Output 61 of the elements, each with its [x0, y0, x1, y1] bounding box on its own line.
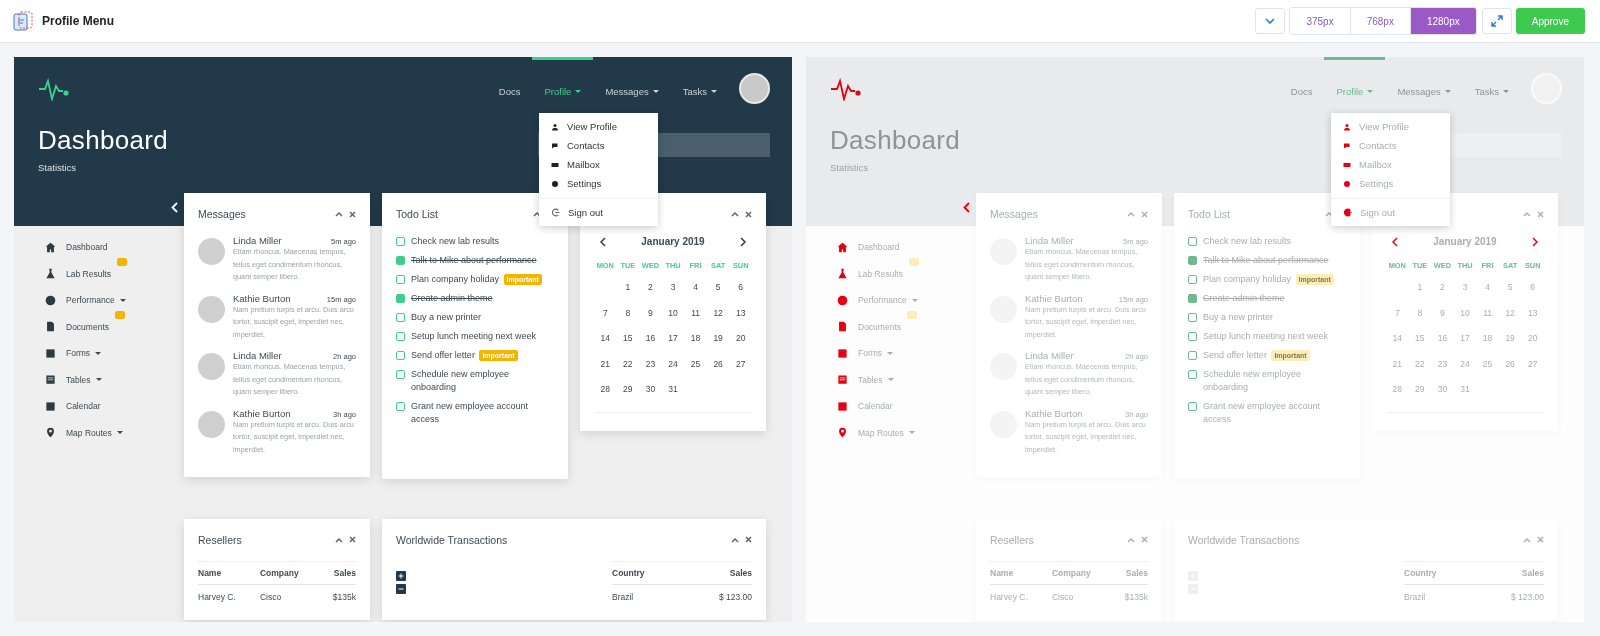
column-header: Sales: [1115, 561, 1148, 584]
todo-text: Send offer letter: [1203, 350, 1267, 360]
todo-text: Setup lunch meeting next week: [411, 331, 537, 341]
todo-text: Talk to Mike about performance: [1203, 255, 1329, 265]
table-cell: Harvey C.: [198, 584, 260, 608]
table-cell: Brazil: [1404, 584, 1480, 608]
column-header: Company: [1051, 561, 1116, 584]
table-cell: $135k: [1115, 584, 1148, 608]
column-header: Country: [612, 561, 688, 584]
page-heading: Dashboard: [38, 125, 168, 156]
todo-text: Grant new employee account access: [1203, 401, 1321, 424]
page-title: Profile Menu: [42, 14, 114, 28]
todo-text: Plan company holiday: [1203, 274, 1292, 284]
table-cell: Brazil: [612, 584, 688, 608]
table-cell: $ 123.00: [1479, 584, 1544, 608]
todo-text: Talk to Mike about performance: [411, 255, 537, 265]
table-cell: $ 123.00: [687, 584, 752, 608]
todo-text: Schedule new employee onboarding: [411, 369, 510, 392]
card-title: Resellers: [198, 533, 243, 546]
table-cell: $135k: [323, 584, 356, 608]
sender-name: Kathie Burton: [1025, 407, 1084, 419]
column-header: Country: [1404, 561, 1480, 584]
todo-text: Create admin theme: [1203, 293, 1285, 303]
sender-name: Linda Miller: [1025, 235, 1075, 246]
todo-text: Grant new employee account access: [411, 401, 529, 424]
todo-text: Check new lab results: [1203, 236, 1292, 246]
column-header: Name: [990, 561, 1052, 584]
table-cell: Cisco: [1051, 584, 1116, 608]
sender-name: Kathie Burton: [1025, 292, 1084, 304]
page-subheading: Statistics: [38, 162, 77, 173]
todo-text: Buy a new printer: [1203, 312, 1274, 322]
page-subheading: Statistics: [830, 162, 869, 173]
column-header: Sales: [1479, 561, 1544, 584]
todo-text: Plan company holiday: [411, 274, 500, 284]
card-title: Todo List: [1188, 208, 1232, 220]
todo-text: Send offer letter: [411, 350, 475, 360]
column-header: Sales: [687, 561, 752, 584]
card-title: Messages: [990, 208, 1039, 220]
calendar-month: January 2019: [1433, 236, 1497, 247]
todo-text: Setup lunch meeting next week: [1203, 331, 1329, 341]
card-title: Messages: [198, 208, 247, 220]
sender-name: Kathie Burton: [233, 292, 292, 304]
column-header: Company: [259, 561, 324, 584]
todo-text: Buy a new printer: [411, 312, 482, 322]
card-title: Todo List: [396, 208, 440, 220]
card-title: Worldwide Transactions: [1188, 533, 1301, 546]
card-title: Resellers: [990, 533, 1035, 546]
column-header: Name: [198, 561, 260, 584]
sender-name: Linda Miller: [1025, 350, 1075, 361]
table-cell: Cisco: [259, 584, 324, 608]
page-heading: Dashboard: [830, 125, 960, 156]
calendar-month: January 2019: [641, 236, 705, 247]
todo-text: Create admin theme: [411, 293, 493, 303]
sender-name: Linda Miller: [233, 350, 283, 361]
table-cell: Harvey C.: [990, 584, 1052, 608]
todo-text: Check new lab results: [411, 236, 500, 246]
todo-text: Schedule new employee onboarding: [1203, 369, 1302, 392]
sender-name: Kathie Burton: [233, 407, 292, 419]
column-header: Sales: [323, 561, 356, 584]
sender-name: Linda Miller: [233, 235, 283, 246]
card-title: Worldwide Transactions: [396, 533, 509, 546]
